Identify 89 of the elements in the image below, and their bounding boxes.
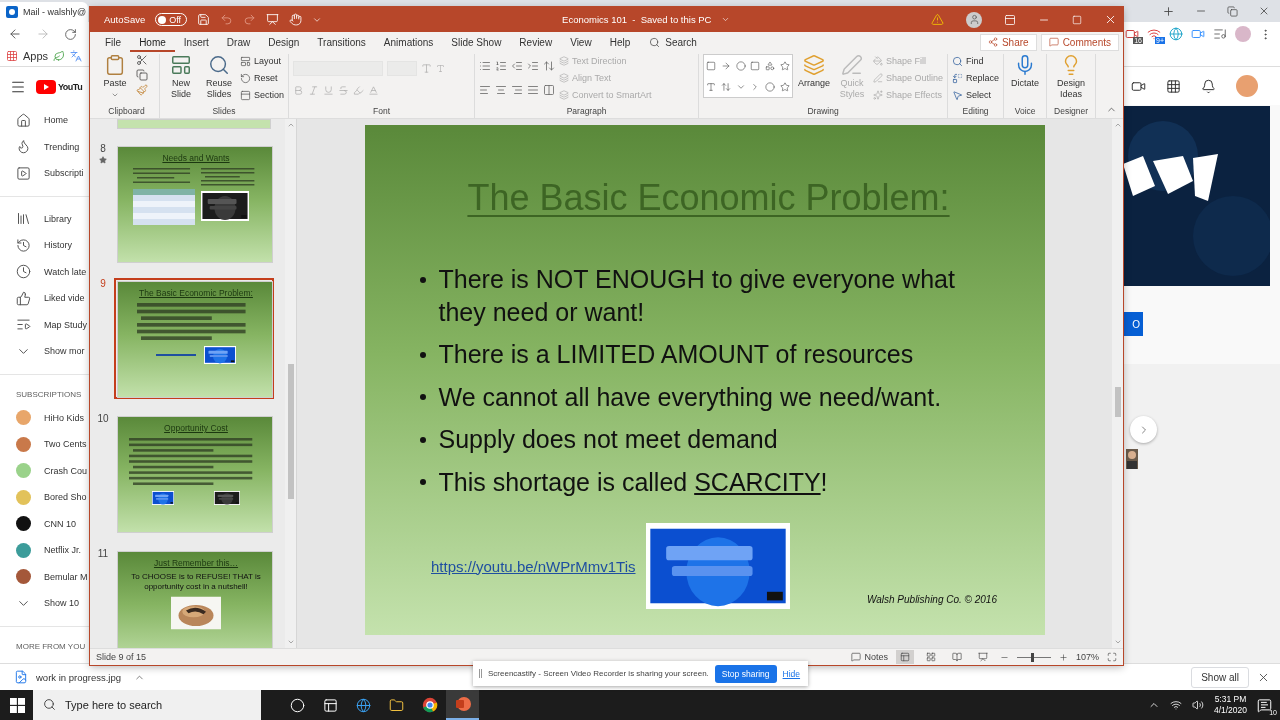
channel-item[interactable]: Bemular M — [0, 563, 90, 590]
ribbon-tab[interactable]: Help — [600, 32, 640, 52]
sharing-message: Screencastify - Screen Video Recorder is sharing your screen. — [488, 669, 709, 678]
share-button[interactable]: Share — [979, 33, 1037, 51]
group-label: Clipboard — [107, 106, 146, 118]
comments-button[interactable]: Comments — [1040, 33, 1119, 51]
hide-link[interactable]: Hide — [782, 668, 801, 679]
ribbon-tab[interactable]: Home — [130, 32, 175, 52]
group-label: Designer — [1053, 106, 1090, 118]
taskbar-search-field[interactable]: Type here to search — [33, 690, 261, 720]
group-label: Editing — [961, 106, 990, 118]
ribbon-command[interactable]: Select — [952, 88, 1000, 102]
show-all-button[interactable]: Show all — [1191, 666, 1249, 688]
slide-thumbnail[interactable]: The Basic Economic Problem: — [118, 282, 272, 397]
slide-title: Needs and Wants — [162, 153, 230, 163]
browser-tab[interactable]: Mail - walshly@ — [0, 2, 88, 22]
ribbon-command[interactable]: Reset — [240, 71, 285, 85]
group-label: Font — [372, 106, 392, 118]
slide-thumbnail[interactable]: Needs and Wants — [118, 147, 272, 262]
dictate-button[interactable]: Dictate — [1008, 54, 1043, 89]
channel-item[interactable]: Two Cents — [0, 431, 90, 458]
nav-item[interactable]: History — [0, 232, 90, 259]
bullet-text: There is a LIMITED AMOUNT of resources — [438, 339, 914, 370]
clock[interactable]: 5:31 PM 4/1/2020 — [1213, 694, 1247, 716]
slide-number: 10 — [97, 413, 109, 424]
ribbon-tab[interactable]: Transitions — [308, 32, 375, 52]
ribbon-tab[interactable]: View — [561, 32, 601, 52]
bullet-text: We cannot all have everything we need/want. — [438, 381, 942, 413]
nav-item[interactable]: Home — [0, 107, 90, 134]
bookmark[interactable]: Apps — [23, 50, 49, 62]
group-label: Paragraph — [565, 106, 608, 118]
new-slide-button[interactable]: New Slide — [164, 54, 198, 100]
ribbon-tab[interactable]: File — [96, 32, 131, 52]
bullet-text: This shortage is called SCARCITY! — [438, 466, 828, 498]
section-heading: SUBSCRIPTIONS — [16, 389, 82, 399]
subscribe-button[interactable]: O — [1123, 312, 1143, 336]
slide-title: Just Remember this… — [153, 558, 239, 568]
ribbon-command[interactable]: Replace — [952, 71, 1000, 85]
nav-item[interactable]: Map Study — [0, 311, 90, 338]
group-label: Slides — [211, 106, 237, 118]
search-box[interactable]: Search — [649, 36, 697, 48]
nav-item[interactable]: Trending — [0, 133, 90, 160]
ribbon-tab[interactable]: Draw — [217, 32, 260, 52]
zoom-level: 107% — [1075, 652, 1099, 662]
nav-item[interactable]: Library — [0, 205, 90, 232]
bullet-text: There is NOT ENOUGH to give everyone what they need or want! — [438, 264, 956, 328]
nav-item[interactable]: Liked vide — [0, 285, 90, 312]
ribbon-tab[interactable]: Design — [259, 32, 309, 52]
channel-item[interactable]: Netflix Jr. — [0, 537, 90, 564]
notes-button[interactable]: Notes — [851, 652, 888, 662]
bullet-text: Supply does not meet demand — [438, 424, 778, 455]
nav-item[interactable]: Watch late — [0, 258, 90, 285]
slide-thumbnail[interactable]: Opportunity Cost — [118, 417, 272, 532]
slide-quote: To CHOOSE is to REFUSE! THAT is opportunity cost in a nutshell! — [130, 572, 262, 592]
slide-link[interactable]: https://youtu.be/nWPrMmv1Tis — [431, 557, 636, 575]
ribbon-command[interactable]: Find — [952, 54, 1000, 68]
ribbon-tab[interactable]: Animations — [374, 32, 443, 52]
channel-item[interactable]: Crash Cou — [0, 457, 90, 484]
nav-item[interactable]: Subscripti — [0, 160, 90, 187]
design-ideas-button[interactable]: Design Ideas — [1051, 54, 1092, 100]
channel-item[interactable]: CNN 10 — [0, 510, 90, 537]
slide-number: 8 — [100, 143, 106, 154]
download-item[interactable]: work in progress.jpg — [36, 671, 126, 683]
ribbon-command[interactable]: Section — [240, 88, 285, 102]
slide-number: 11 — [97, 548, 109, 559]
stop-sharing-button[interactable]: Stop sharing — [714, 664, 777, 683]
ribbon-tab[interactable]: Review — [510, 32, 562, 52]
channel-item[interactable]: Bored Sho — [0, 484, 90, 511]
slide-footer: Walsh Publishing Co. © 2016 — [866, 594, 997, 605]
ribbon-command[interactable]: Layout — [240, 54, 285, 68]
window-title[interactable]: Economics 101 - Saved to this PC — [562, 14, 712, 25]
autosave-label: AutoSave — [104, 14, 146, 25]
section-heading: MORE FROM YOU — [16, 641, 86, 651]
ribbon-tab[interactable]: Slide Show — [442, 32, 511, 52]
ribbon-tab[interactable]: Insert — [174, 32, 218, 52]
group-label: Voice — [1013, 106, 1037, 118]
slide-title: The Basic Economic Problem: — [139, 288, 253, 298]
arrange-button[interactable]: Arrange — [797, 54, 832, 89]
nav-item[interactable]: Show mor — [0, 338, 90, 365]
reuse-slides-button[interactable]: Reuse Slides — [202, 54, 236, 100]
paste-button[interactable]: Paste — [98, 54, 132, 99]
slide-title: Opportunity Cost — [164, 423, 228, 433]
group-label: Drawing — [806, 106, 840, 118]
site-logo[interactable]: YouTu — [58, 82, 83, 92]
slide-counter: Slide 9 of 15 — [96, 652, 147, 662]
channel-item[interactable]: HiHo Kids — [0, 404, 90, 431]
slide-number: 9 — [100, 278, 106, 289]
nav-item[interactable]: Show 10 — [0, 590, 90, 617]
slide-thumbnail[interactable]: Just Remember this… To CHOOSE is to REFUSE! THAT is opportunity cost in a nutshell! — [118, 552, 272, 648]
